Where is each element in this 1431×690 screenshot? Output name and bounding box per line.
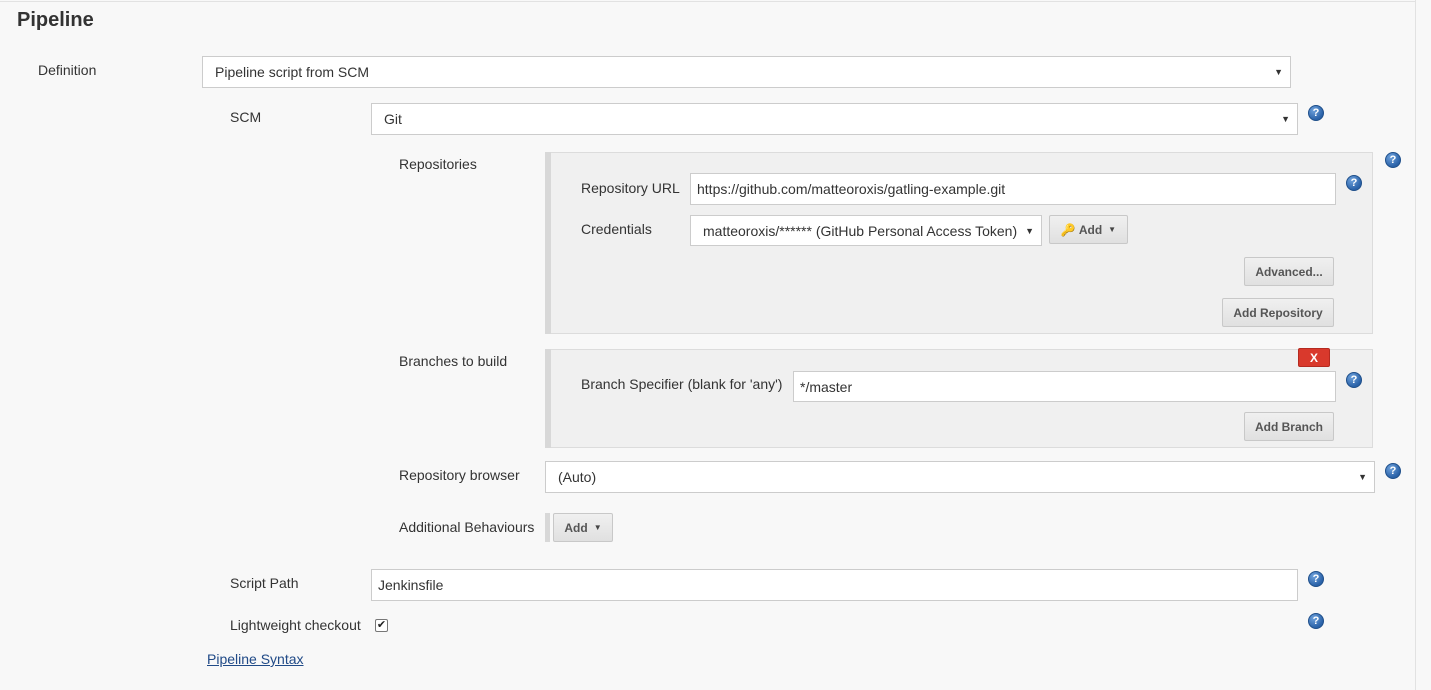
scm-selected-value: Git	[384, 111, 402, 127]
credentials-selected-value: matteoroxis/****** (GitHub Personal Acce…	[703, 222, 1018, 239]
credentials-select[interactable]: matteoroxis/****** (GitHub Personal Acce…	[690, 215, 1042, 246]
branch-specifier-input[interactable]: */master	[793, 371, 1336, 402]
additional-behaviours-label: Additional Behaviours	[399, 519, 535, 535]
additional-behaviours-bar	[545, 513, 550, 542]
add-branch-button[interactable]: Add Branch	[1244, 412, 1334, 441]
repository-browser-select[interactable]: (Auto) ▼	[545, 461, 1375, 493]
advanced-button[interactable]: Advanced...	[1244, 257, 1334, 286]
branches-label: Branches to build	[399, 353, 508, 369]
repositories-label: Repositories	[399, 156, 477, 172]
add-credentials-label: Add	[1078, 222, 1103, 237]
branch-specifier-label: Branch Specifier (blank for 'any')	[581, 376, 783, 392]
definition-selected-value: Pipeline script from SCM	[215, 64, 370, 80]
top-divider	[0, 1, 1416, 2]
scm-label: SCM	[230, 109, 262, 125]
definition-label: Definition	[38, 62, 97, 78]
chevron-down-icon: ▼	[1025, 225, 1034, 236]
definition-select[interactable]: Pipeline script from SCM ▼	[202, 56, 1291, 88]
help-icon[interactable]: ?	[1308, 613, 1324, 629]
caret-down-icon: ▼	[593, 523, 602, 532]
repository-browser-label: Repository browser	[399, 467, 520, 483]
section-title: Pipeline	[17, 9, 94, 31]
add-behaviour-button[interactable]: Add ▼	[553, 513, 613, 542]
repository-url-input[interactable]: https://github.com/matteoroxis/gatling-e…	[690, 173, 1336, 205]
help-icon[interactable]: ?	[1385, 152, 1401, 168]
right-divider	[1415, 0, 1416, 690]
pipeline-syntax-link[interactable]: Pipeline Syntax	[207, 651, 304, 667]
lightweight-checkout-checkbox[interactable]: ✔	[375, 619, 388, 632]
chevron-down-icon: ▼	[1274, 67, 1283, 77]
help-icon[interactable]: ?	[1346, 175, 1362, 191]
checkmark-icon: ✔	[376, 619, 387, 631]
script-path-input[interactable]: Jenkinsfile	[371, 569, 1298, 601]
key-icon: 🔑	[1060, 222, 1076, 237]
chevron-down-icon: ▼	[1358, 472, 1367, 482]
help-icon[interactable]: ?	[1385, 463, 1401, 479]
help-icon[interactable]: ?	[1346, 372, 1362, 388]
chevron-down-icon: ▼	[1281, 114, 1290, 124]
delete-branch-button[interactable]: X	[1298, 348, 1330, 367]
help-icon[interactable]: ?	[1308, 105, 1324, 121]
branch-specifier-value: */master	[800, 378, 853, 395]
add-credentials-button[interactable]: 🔑 Add ▼	[1049, 215, 1128, 244]
scm-select[interactable]: Git ▼	[371, 103, 1298, 135]
help-icon[interactable]: ?	[1308, 571, 1324, 587]
add-repository-button[interactable]: Add Repository	[1222, 298, 1334, 327]
script-path-value: Jenkinsfile	[378, 577, 444, 593]
add-behaviour-label: Add	[564, 520, 588, 535]
caret-down-icon: ▼	[1108, 225, 1117, 234]
script-path-label: Script Path	[230, 575, 299, 591]
credentials-label: Credentials	[581, 221, 652, 237]
repository-browser-selected-value: (Auto)	[558, 469, 597, 485]
repository-url-label: Repository URL	[581, 180, 680, 196]
repository-url-value: https://github.com/matteoroxis/gatling-e…	[697, 181, 1006, 197]
lightweight-checkout-label: Lightweight checkout	[230, 617, 361, 633]
